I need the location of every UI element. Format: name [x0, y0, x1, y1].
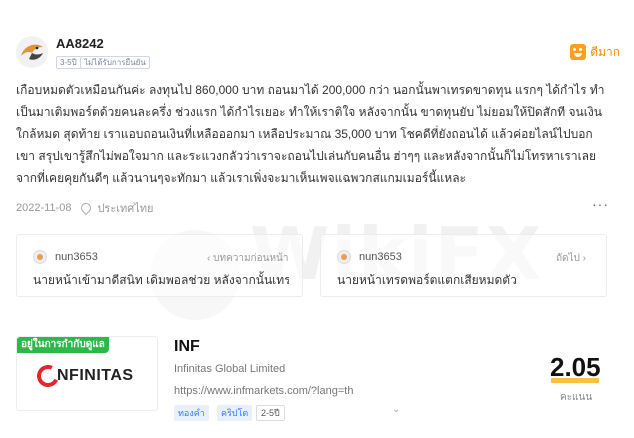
user-avatar-icon	[33, 250, 47, 264]
next-direction: ถัดไป ›	[555, 253, 586, 264]
infinitas-logo: NFINITAS	[33, 361, 134, 391]
post-body: เกือบหมดตัวเหมือนกันค่ะ ลงทุนไป 860,000 …	[16, 83, 605, 185]
prev-direction-label: บทความก่อนหน้า	[213, 253, 289, 264]
next-author: nun3653	[359, 251, 402, 263]
broker-logo-card[interactable]: อยู่ในการกำกับดูแล NFINITAS	[16, 336, 158, 411]
years-badge: 3-5ปี	[56, 56, 81, 69]
logo-text: NFINITAS	[57, 367, 134, 384]
regulated-badge: อยู่ในการกำกับดูแล	[17, 337, 109, 353]
rating-label: ดีมาก	[590, 44, 620, 59]
tag-crypto: คริปโต	[217, 405, 253, 421]
smiley-face-icon	[570, 44, 587, 60]
eagle-avatar-icon[interactable]	[16, 36, 48, 68]
score-underline	[551, 378, 599, 383]
username[interactable]: AA8242	[56, 36, 104, 51]
score-label: คะแนน	[560, 392, 593, 403]
broker-full-name: Infinitas Global Limited	[174, 363, 286, 375]
unverified-badge: ไม่ได้รับการยืนยัน	[80, 56, 150, 69]
more-dots-icon[interactable]: ···	[592, 196, 609, 212]
post-header: AA8242 3-5ปี ไม่ได้รับการยืนยัน ดีมาก	[16, 34, 620, 74]
next-direction-label: ถัดไป	[555, 253, 580, 264]
rating-tag: ดีมาก	[570, 42, 620, 62]
chevron-down-icon[interactable]: ⌄	[392, 404, 400, 415]
post-location: ประเทศไทย	[97, 203, 154, 215]
tag-gold: ทองคำ	[174, 405, 209, 421]
prev-title: นายหน้าเข้ามาดีสนิท เดิมพอลช่วย หลังจากน…	[33, 273, 289, 287]
prev-direction: ‹ บทความก่อนหน้า	[207, 253, 289, 264]
next-article-card[interactable]: nun3653 ถัดไป › นายหน้าเทรดพอร์ตแตกเสียห…	[320, 234, 607, 297]
broker-name[interactable]: INF	[174, 338, 200, 356]
post-meta: 2022-11-08 ประเทศไทย	[16, 199, 153, 217]
broker-url[interactable]: https://www.infmarkets.com/?lang=th	[174, 385, 353, 397]
next-title: นายหน้าเทรดพอร์ตแตกเสียหมดตัว	[337, 273, 517, 287]
prev-author: nun3653	[55, 251, 98, 263]
post-date: 2022-11-08	[16, 202, 72, 214]
location-pin-icon	[79, 200, 94, 216]
user-avatar-icon	[337, 250, 351, 264]
prev-article-card[interactable]: nun3653 ‹ บทความก่อนหน้า นายหน้าเข้ามาดี…	[16, 234, 303, 297]
tag-years: 2-5ปี	[256, 405, 285, 421]
